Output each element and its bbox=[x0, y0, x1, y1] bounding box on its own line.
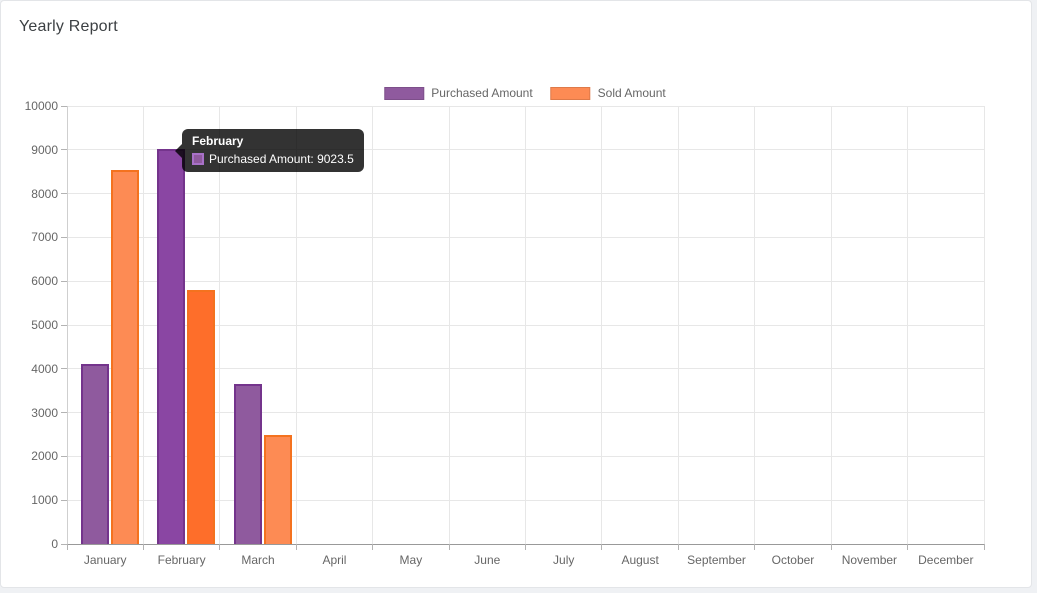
x-axis-label-march: March bbox=[241, 553, 274, 567]
yearly-report-bar-chart: 0 1000 2000 3000 4000 5000 6000 7000 8000 9000 100… bbox=[1, 1, 1033, 589]
x-axis-tick bbox=[907, 544, 908, 550]
bar-purchased-amount-january[interactable] bbox=[81, 364, 109, 544]
x-axis-label-june: June bbox=[474, 553, 500, 567]
bar-sold-amount-january[interactable] bbox=[111, 170, 139, 544]
y-axis-tick-label: 4000 bbox=[1, 362, 58, 376]
x-axis-label-april: April bbox=[322, 553, 346, 567]
x-axis-tick bbox=[67, 544, 68, 550]
x-axis-tick bbox=[525, 544, 526, 550]
x-axis-tick bbox=[831, 544, 832, 550]
y-axis-tick-label: 0 bbox=[1, 537, 58, 551]
x-gridline bbox=[831, 106, 832, 544]
yearly-report-card: Yearly Report Purchased AmountSold Amoun… bbox=[0, 0, 1032, 588]
y-axis-tick-label: 8000 bbox=[1, 187, 58, 201]
x-gridline bbox=[449, 106, 450, 544]
x-axis-tick bbox=[984, 544, 985, 550]
x-gridline bbox=[525, 106, 526, 544]
x-gridline bbox=[143, 106, 144, 544]
tooltip-text: Purchased Amount: 9023.5 bbox=[209, 152, 354, 166]
x-axis-tick bbox=[372, 544, 373, 550]
y-axis-tick-label: 6000 bbox=[1, 274, 58, 288]
tooltip-title: February bbox=[192, 134, 354, 148]
x-axis-label-november: November bbox=[842, 553, 897, 567]
tooltip-series-swatch-icon bbox=[192, 153, 204, 165]
x-axis-tick bbox=[296, 544, 297, 550]
x-axis-label-january: January bbox=[84, 553, 127, 567]
bar-sold-amount-february[interactable] bbox=[187, 290, 215, 544]
x-axis-tick bbox=[449, 544, 450, 550]
x-axis-label-october: October bbox=[772, 553, 815, 567]
y-axis-tick-label: 9000 bbox=[1, 143, 58, 157]
x-gridline bbox=[984, 106, 985, 544]
x-axis-label-july: July bbox=[553, 553, 574, 567]
y-axis-tick-label: 3000 bbox=[1, 406, 58, 420]
y-axis-tick-label: 7000 bbox=[1, 230, 58, 244]
x-axis-tick bbox=[143, 544, 144, 550]
y-axis-tick-label: 1000 bbox=[1, 493, 58, 507]
bar-sold-amount-march[interactable] bbox=[264, 435, 292, 545]
x-axis-label-february: February bbox=[158, 553, 206, 567]
y-axis-tick-label: 5000 bbox=[1, 318, 58, 332]
tooltip-caret-icon bbox=[175, 144, 182, 158]
y-axis-tick-label: 10000 bbox=[1, 99, 58, 113]
x-axis-label-may: May bbox=[400, 553, 423, 567]
x-axis-tick bbox=[219, 544, 220, 550]
x-axis-label-august: August bbox=[621, 553, 658, 567]
y-axis-tick-label: 2000 bbox=[1, 449, 58, 463]
y-axis-line bbox=[67, 106, 68, 544]
x-axis-label-december: December bbox=[918, 553, 973, 567]
x-gridline bbox=[372, 106, 373, 544]
chart-tooltip: February Purchased Amount: 9023.5 bbox=[182, 129, 364, 172]
bar-purchased-amount-march[interactable] bbox=[234, 384, 262, 544]
x-gridline bbox=[907, 106, 908, 544]
x-gridline bbox=[754, 106, 755, 544]
bar-purchased-amount-february[interactable] bbox=[157, 149, 185, 544]
x-axis-tick bbox=[678, 544, 679, 550]
tooltip-row: Purchased Amount: 9023.5 bbox=[192, 152, 354, 166]
x-axis-tick bbox=[601, 544, 602, 550]
x-axis-tick bbox=[754, 544, 755, 550]
x-axis-label-september: September bbox=[687, 553, 746, 567]
x-gridline bbox=[678, 106, 679, 544]
x-gridline bbox=[601, 106, 602, 544]
